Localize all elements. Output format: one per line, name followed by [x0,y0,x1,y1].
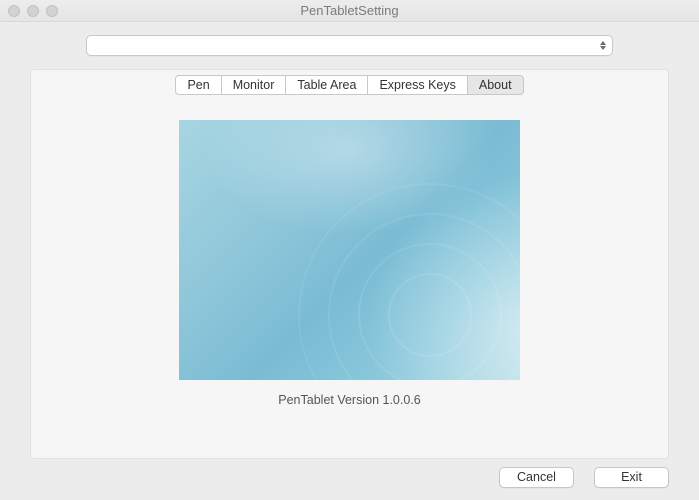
tab-express-keys[interactable]: Express Keys [367,75,467,95]
zoom-dot[interactable] [46,5,58,17]
cancel-button[interactable]: Cancel [499,467,574,488]
window-controls [8,5,58,17]
tab-table-area[interactable]: Table Area [285,75,368,95]
button-label: Exit [621,470,642,484]
updown-icon [594,37,611,54]
tab-label: About [479,78,512,92]
titlebar: PenTabletSetting [0,0,699,22]
close-dot[interactable] [8,5,20,17]
device-select-bar [0,22,699,64]
exit-button[interactable]: Exit [594,467,669,488]
tab-label: Express Keys [379,78,455,92]
tab-label: Monitor [233,78,275,92]
tab-monitor[interactable]: Monitor [221,75,287,95]
footer-buttons: Cancel Exit [499,467,669,488]
tab-label: Pen [187,78,209,92]
device-select[interactable] [86,35,613,56]
tab-about[interactable]: About [467,75,524,95]
button-label: Cancel [517,470,556,484]
tab-label: Table Area [297,78,356,92]
about-hero-image [179,120,520,380]
window-title: PenTabletSetting [0,3,699,18]
minimize-dot[interactable] [27,5,39,17]
tab-bar: Pen Monitor Table Area Express Keys Abou… [175,75,523,95]
version-text: PenTablet Version 1.0.0.6 [278,393,420,407]
tab-pen[interactable]: Pen [175,75,221,95]
content-panel: Pen Monitor Table Area Express Keys Abou… [30,69,669,459]
